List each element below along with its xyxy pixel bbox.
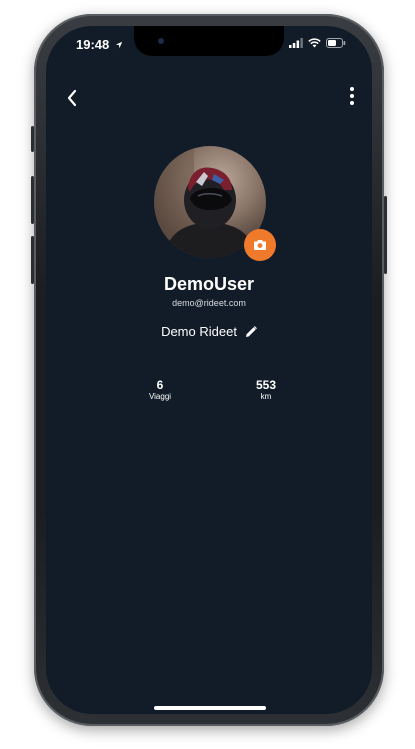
- volume-up-button: [31, 176, 34, 224]
- phone-frame: 19:48 DemoUser demo@rideet.com Demo Ride…: [31, 14, 387, 726]
- cellular-signal-icon: [289, 38, 303, 48]
- edit-name-button[interactable]: [245, 325, 257, 338]
- profile-fullname-row: Demo Rideet: [46, 324, 372, 339]
- back-button[interactable]: [62, 86, 82, 110]
- chevron-left-icon: [67, 89, 77, 107]
- silent-switch: [31, 126, 34, 152]
- volume-down-button: [31, 236, 34, 284]
- location-arrow-icon: [115, 41, 123, 49]
- battery-icon: [326, 38, 346, 48]
- camera-icon: [254, 240, 266, 250]
- profile-email: demo@rideet.com: [172, 298, 246, 308]
- stat-distance-label: km: [260, 392, 272, 401]
- stat-trips: 6 Viaggi: [130, 378, 190, 402]
- home-indicator[interactable]: [154, 706, 266, 710]
- phone-mockup-stage: 19:48 DemoUser demo@rideet.com Demo Ride…: [0, 0, 415, 749]
- profile-username: DemoUser: [163, 274, 255, 294]
- wifi-icon: [308, 38, 321, 48]
- app-screen: 19:48 DemoUser demo@rideet.com Demo Ride…: [46, 26, 372, 714]
- notch: [134, 26, 284, 56]
- power-button: [384, 196, 387, 274]
- more-options-button[interactable]: [346, 84, 358, 108]
- stat-trips-value: 6: [156, 378, 164, 392]
- stat-distance-value: 553: [255, 378, 277, 392]
- status-indicators: [289, 38, 346, 48]
- profile-fullname: Demo Rideet: [161, 324, 237, 339]
- front-camera: [158, 38, 164, 44]
- stat-distance: 553 km: [236, 378, 296, 402]
- stat-trips-label: Viaggi: [148, 392, 172, 401]
- more-vertical-icon-dot: [350, 87, 354, 91]
- change-photo-button[interactable]: [244, 229, 276, 261]
- more-vertical-icon-dot: [350, 101, 354, 105]
- pencil-icon: [245, 325, 257, 337]
- status-time: 19:48: [76, 37, 123, 52]
- more-vertical-icon-dot: [350, 94, 354, 98]
